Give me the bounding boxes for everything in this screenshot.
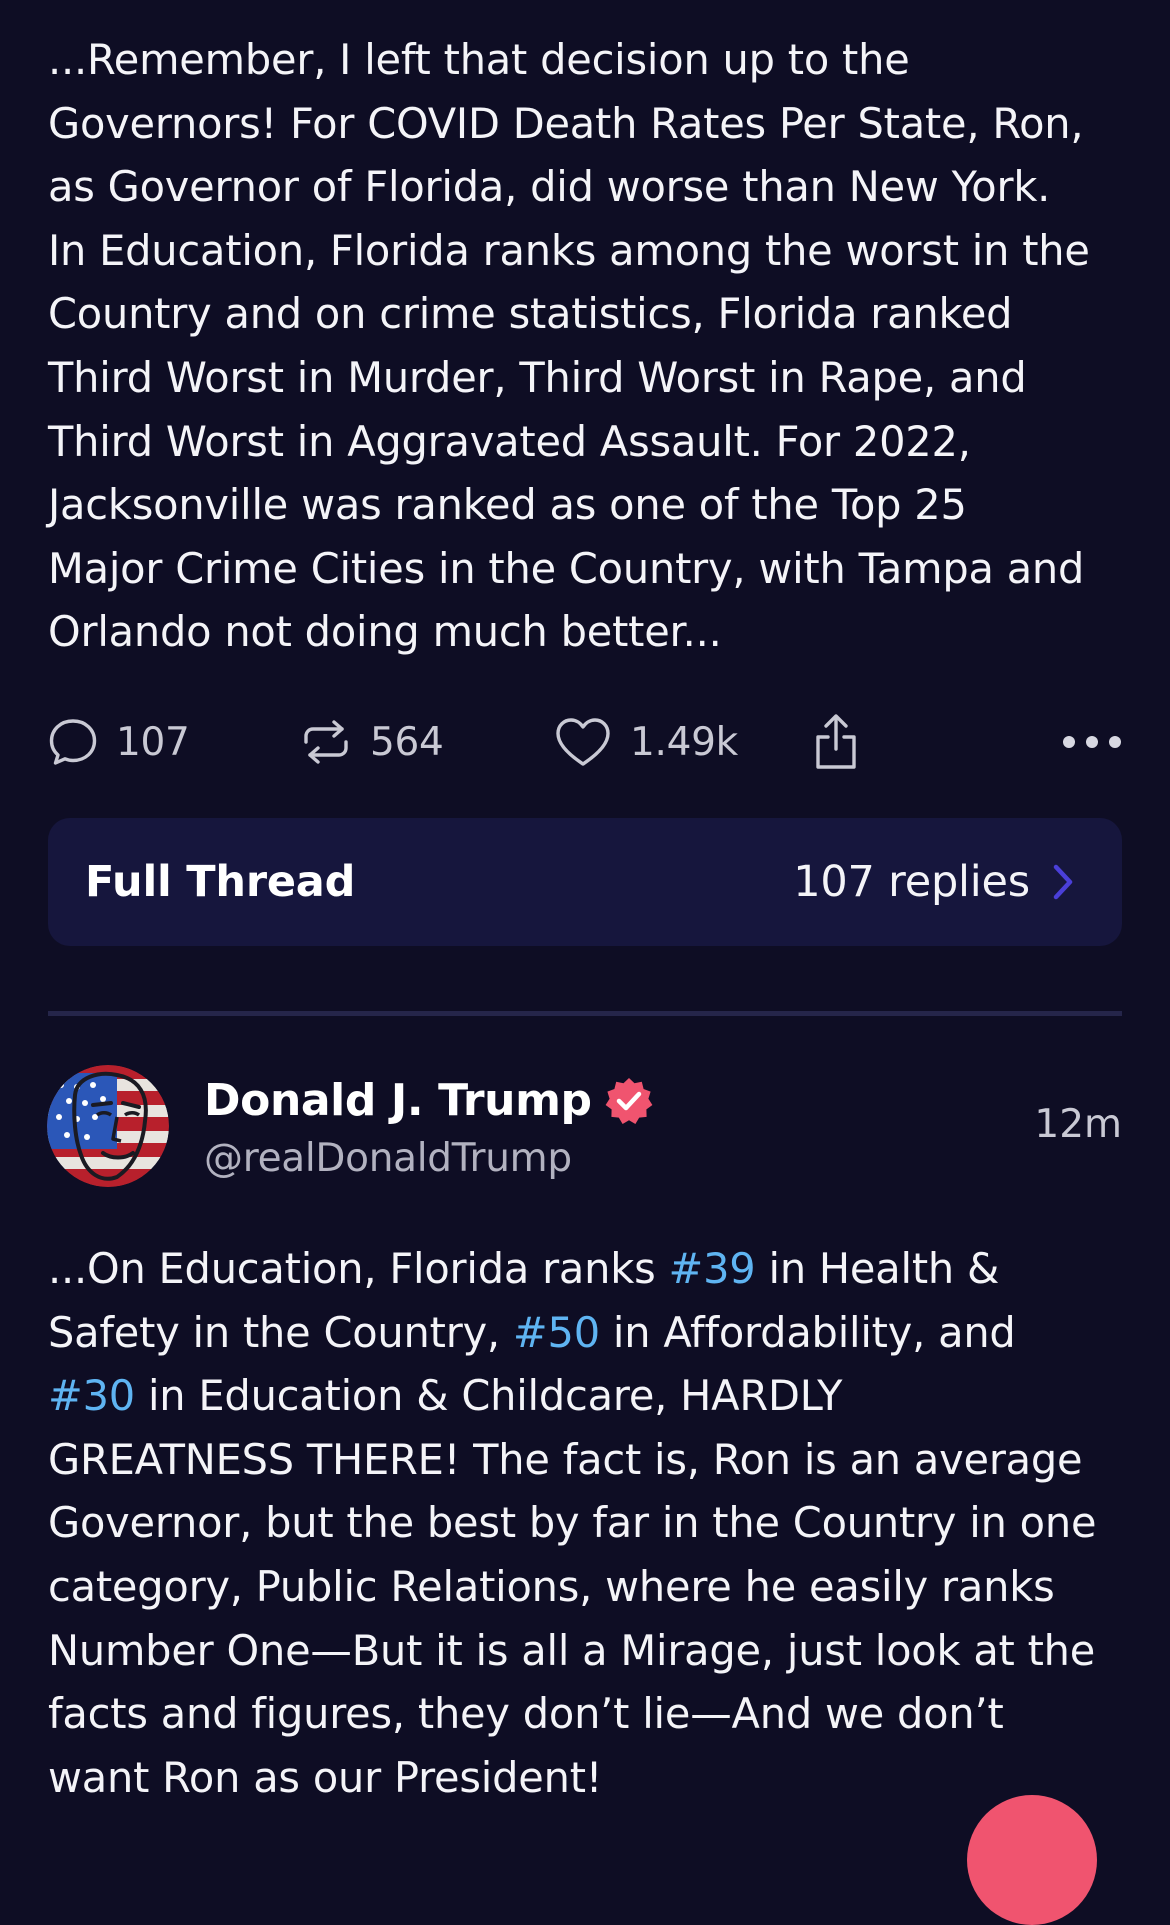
post-body: ...Remember, I left that decision up to … <box>48 35 1090 657</box>
chevron-right-icon <box>1053 864 1073 900</box>
author-handle[interactable]: @realDonaldTrump <box>204 1136 572 1181</box>
hashtag-link[interactable]: #30 <box>48 1371 135 1420</box>
post-body: ...On Education, Florida ranks #39 in He… <box>48 1237 1128 1809</box>
post-text-segment: ...On Education, Florida ranks <box>48 1244 669 1293</box>
reply-button[interactable]: 107 <box>48 706 190 778</box>
full-thread-meta: 107 replies <box>793 857 1074 907</box>
reply-icon <box>49 719 97 765</box>
full-thread-link[interactable]: Full Thread 107 replies <box>48 818 1122 946</box>
more-options-button[interactable] <box>1061 706 1123 778</box>
like-icon <box>556 718 610 766</box>
share-icon <box>816 714 856 769</box>
more-icon <box>1063 736 1121 748</box>
share-button[interactable] <box>812 706 860 778</box>
post-action-bar: 107 564 1.49k <box>48 706 1126 778</box>
post-text-segment: in Education & Childcare, HARDLY GREATNE… <box>48 1371 1097 1802</box>
author-name-text: Donald J. Trump <box>204 1075 592 1126</box>
avatar-image <box>47 1065 169 1187</box>
replies-count: 107 replies <box>793 857 1030 907</box>
retruth-icon <box>304 720 348 764</box>
like-button[interactable]: 1.49k <box>554 706 738 778</box>
hashtag-link[interactable]: #50 <box>513 1308 600 1357</box>
post-timestamp: 12m <box>1034 1102 1122 1147</box>
full-thread-label: Full Thread <box>85 857 356 907</box>
retruth-button[interactable]: 564 <box>300 706 444 778</box>
hashtag-link[interactable]: #39 <box>669 1244 756 1293</box>
post-divider <box>48 1011 1122 1016</box>
verified-badge-icon <box>605 1077 653 1124</box>
author-name[interactable]: Donald J. Trump <box>204 1075 654 1126</box>
avatar[interactable] <box>47 1065 169 1187</box>
like-count: 1.49k <box>630 719 738 765</box>
retruth-count: 564 <box>370 719 444 765</box>
reply-count: 107 <box>116 719 190 765</box>
post-text-segment: in Affordability, and <box>612 1307 1016 1357</box>
